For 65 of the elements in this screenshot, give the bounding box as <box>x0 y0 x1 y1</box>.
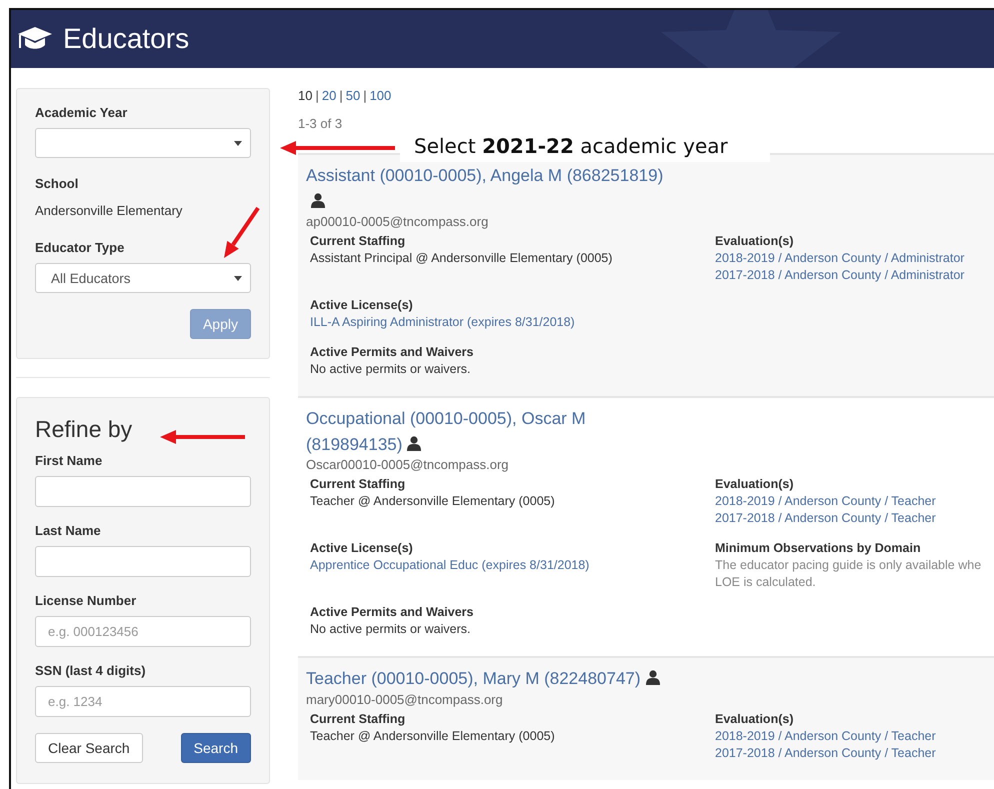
educator-email: ap00010-0005@tncompass.org <box>306 214 490 229</box>
educator-name-link[interactable]: Assistant (00010-0005), Angela M (868251819) <box>306 163 671 214</box>
record-link[interactable]: 2017-2018 / Anderson County / Teacher <box>715 744 984 762</box>
section-title: Evaluation(s) <box>715 476 794 493</box>
caret-icon <box>234 276 242 280</box>
clear-search-button[interactable]: Clear Search <box>35 733 143 763</box>
text-field[interactable]: e.g. 000123456 <box>35 616 251 647</box>
separator: | <box>315 88 319 105</box>
select-field[interactable] <box>35 128 251 158</box>
field-label: License Number <box>35 593 138 608</box>
section-title: Active Permits and Waivers <box>310 344 474 361</box>
text-field[interactable] <box>35 476 251 507</box>
person-icon <box>311 192 325 208</box>
page-size-link[interactable]: 20 <box>322 88 336 108</box>
record-link[interactable]: 2017-2018 / Anderson County / Administrator <box>715 267 984 284</box>
detail-text: No active permits or waivers. <box>310 361 472 378</box>
educator-name-link[interactable]: Occupational (00010-0005), Oscar M (819894135) <box>306 406 671 457</box>
detail-text: No active permits or waivers. <box>310 621 472 638</box>
page-size-link[interactable]: 10 <box>298 88 312 108</box>
field-label: Last Name <box>35 523 102 538</box>
record-link[interactable]: Apprentice Occupational Educ (expires 8/31/2018) <box>310 557 715 574</box>
field-label: SSN (last 4 digits) <box>35 663 147 678</box>
person-icon <box>646 670 660 685</box>
text-field[interactable]: e.g. 1234 <box>35 686 251 717</box>
record-link[interactable]: ILL-A Aspiring Administrator (expires 8/31/2018) <box>310 314 715 331</box>
section-title: Current Staffing <box>310 233 406 250</box>
educator-name-link[interactable]: Teacher (00010-0005), Mary M (822480747) <box>306 666 671 692</box>
section-title: Current Staffing <box>310 476 406 493</box>
refine-title: Refine by <box>35 416 132 443</box>
text-field[interactable] <box>35 546 251 577</box>
educator-email: Oscar00010-0005@tncompass.org <box>306 457 510 472</box>
school-name: Andersonville Elementary <box>35 203 184 218</box>
page-title: Educators <box>63 23 190 55</box>
section-title: Active License(s) <box>310 540 414 557</box>
section-title: Active Permits and Waivers <box>310 604 474 621</box>
field-label: School <box>35 176 80 191</box>
page-size-link[interactable]: 50 <box>346 88 360 108</box>
record-link[interactable]: 2018-2019 / Anderson County / Teacher <box>715 493 984 510</box>
educator-email: mary00010-0005@tncompass.org <box>306 692 504 706</box>
detail-text: The educator pacing guide is only available whe <box>715 557 982 574</box>
separator: | <box>339 88 343 105</box>
detail-text: Teacher @ Andersonville Elementary (0005) <box>310 728 556 744</box>
select-field[interactable]: All Educators <box>35 263 251 293</box>
section-title: Minimum Observations by Domain <box>715 540 922 557</box>
select-value: All Educators <box>51 270 131 286</box>
record-link[interactable]: 2017-2018 / Anderson County / Teacher <box>715 510 984 527</box>
detail-text: Teacher @ Andersonville Elementary (0005) <box>310 493 556 510</box>
result-count: 1-3 of 3 <box>298 116 344 131</box>
section-title: Evaluation(s) <box>715 710 794 728</box>
page-size-link[interactable]: 100 <box>370 88 392 108</box>
detail-text: LOE is calculated. <box>715 574 817 591</box>
section-title: Current Staffing <box>310 710 406 728</box>
record-link[interactable]: 2018-2019 / Anderson County / Teacher <box>715 728 984 744</box>
search-button[interactable]: Search <box>180 733 251 763</box>
separator: | <box>363 88 367 105</box>
record-link[interactable]: 2018-2019 / Anderson County / Administrator <box>715 250 984 267</box>
annotation-arrow <box>224 206 260 258</box>
detail-text: Assistant Principal @ Andersonville Elementary (0005) <box>310 250 614 267</box>
caret-icon <box>234 140 242 146</box>
field-label: Educator Type <box>35 240 126 255</box>
field-label: First Name <box>35 453 104 468</box>
section-title: Evaluation(s) <box>715 233 794 250</box>
person-icon <box>407 436 422 450</box>
section-title: Active License(s) <box>310 297 414 314</box>
field-label: Academic Year <box>35 105 128 120</box>
